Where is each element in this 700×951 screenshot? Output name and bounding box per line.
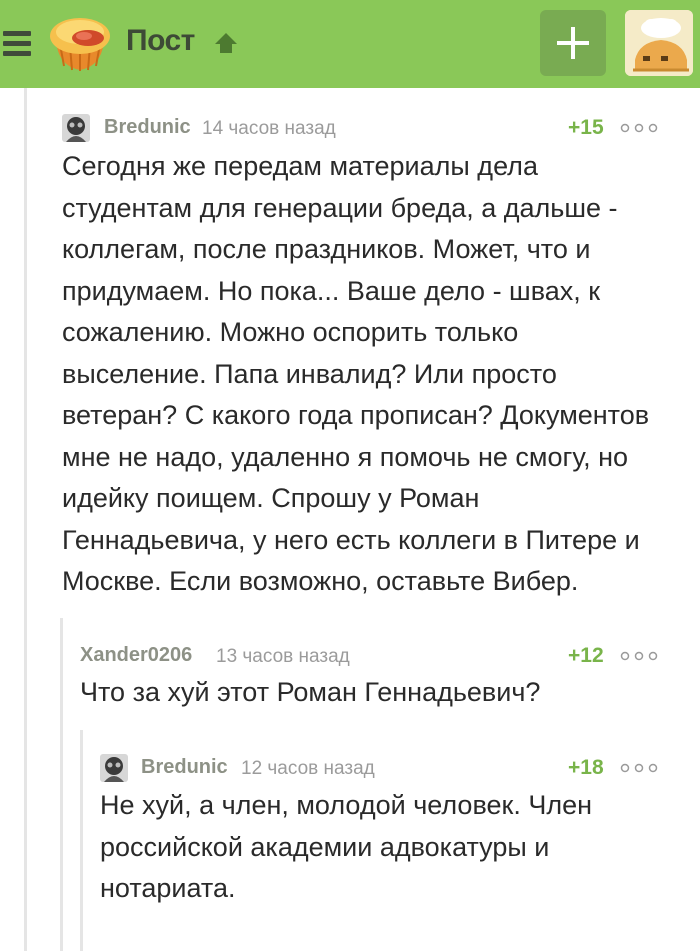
comment-username[interactable]: Bredunic [104,116,191,139]
commenter-avatar[interactable] [100,754,128,782]
comment-username[interactable]: Bredunic [141,756,228,779]
thread-line-level-3[interactable] [80,730,83,951]
thread-line-level-1[interactable] [24,88,27,951]
comment-timestamp: 14 часов назад [202,118,336,139]
user-avatar-icon[interactable] [625,10,693,76]
comment-rating: +12 [568,644,604,667]
comment-text: Что за хуй этот Роман Геннадьевич? [80,677,541,707]
comment-rating: +18 [568,756,604,779]
more-options-icon[interactable] [620,650,660,662]
comment-text: Не хуй, а член, молодой человек. Член ро… [100,790,592,903]
hamburger-menu-icon[interactable] [3,31,35,59]
plus-icon [557,27,589,59]
more-options-icon[interactable] [620,762,660,774]
more-options-icon[interactable] [620,122,660,134]
comment-username[interactable]: Xander0206 [80,644,192,667]
comment-rating: +15 [568,116,604,139]
arrow-up-icon[interactable] [213,31,239,55]
comment-text: Сегодня же передам материалы дела студен… [62,151,650,596]
comment-timestamp: 13 часов назад [216,646,350,667]
add-post-button[interactable] [540,10,606,76]
pikabu-logo-icon[interactable] [46,10,114,76]
top-header: Пост [0,0,700,88]
comment-timestamp: 12 часов назад [241,758,375,779]
commenter-avatar[interactable] [62,114,90,142]
thread-line-level-2[interactable] [60,618,63,951]
page-title: Пост [126,24,195,57]
